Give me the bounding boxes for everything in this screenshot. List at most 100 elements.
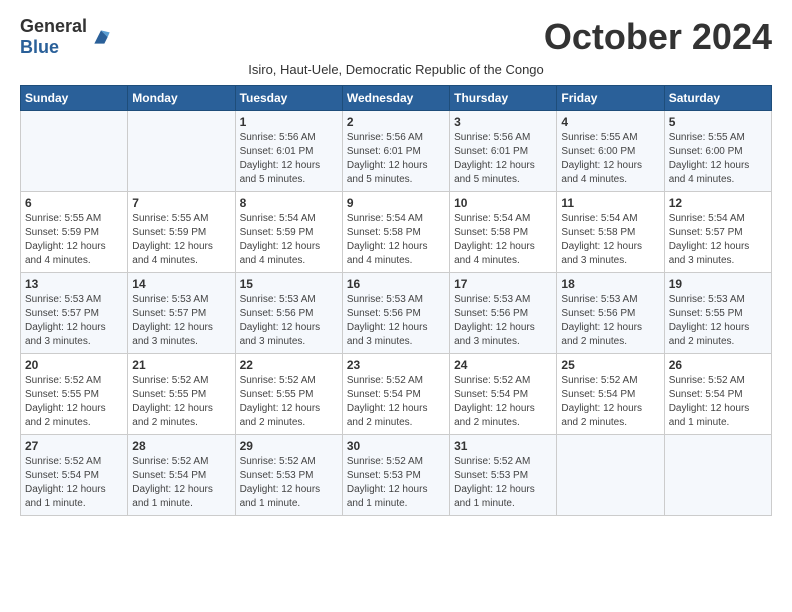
calendar-cell bbox=[557, 435, 664, 516]
calendar-cell: 9 Sunrise: 5:54 AM Sunset: 5:58 PM Daylig… bbox=[342, 192, 449, 273]
day-info: Sunrise: 5:54 AM Sunset: 5:57 PM Dayligh… bbox=[669, 212, 767, 268]
day-number: 9 bbox=[347, 196, 445, 210]
weekday-header-wednesday: Wednesday bbox=[342, 86, 449, 111]
day-info: Sunrise: 5:53 AM Sunset: 5:56 PM Dayligh… bbox=[561, 293, 659, 349]
day-number: 14 bbox=[132, 277, 230, 291]
logo: General Blue bbox=[20, 16, 111, 58]
weekday-header-saturday: Saturday bbox=[664, 86, 771, 111]
day-info: Sunrise: 5:52 AM Sunset: 5:55 PM Dayligh… bbox=[25, 374, 123, 430]
day-info: Sunrise: 5:52 AM Sunset: 5:54 PM Dayligh… bbox=[347, 374, 445, 430]
day-info: Sunrise: 5:54 AM Sunset: 5:58 PM Dayligh… bbox=[454, 212, 552, 268]
calendar-week-row: 20 Sunrise: 5:52 AM Sunset: 5:55 PM Dayli… bbox=[21, 354, 772, 435]
day-number: 27 bbox=[25, 439, 123, 453]
day-info: Sunrise: 5:52 AM Sunset: 5:53 PM Dayligh… bbox=[454, 455, 552, 511]
calendar-week-row: 1 Sunrise: 5:56 AM Sunset: 6:01 PM Daylig… bbox=[21, 111, 772, 192]
day-info: Sunrise: 5:52 AM Sunset: 5:54 PM Dayligh… bbox=[454, 374, 552, 430]
day-info: Sunrise: 5:53 AM Sunset: 5:56 PM Dayligh… bbox=[454, 293, 552, 349]
page-header: General Blue October 2024 bbox=[20, 16, 772, 58]
day-number: 11 bbox=[561, 196, 659, 210]
calendar-cell: 29 Sunrise: 5:52 AM Sunset: 5:53 PM Dayli… bbox=[235, 435, 342, 516]
day-info: Sunrise: 5:55 AM Sunset: 6:00 PM Dayligh… bbox=[669, 131, 767, 187]
logo-wordmark: General Blue bbox=[20, 16, 87, 58]
day-number: 8 bbox=[240, 196, 338, 210]
calendar-table: SundayMondayTuesdayWednesdayThursdayFrid… bbox=[20, 85, 772, 516]
calendar-cell: 3Sunrise: 5:56 AM Sunset: 6:01 PM Daylig… bbox=[450, 111, 557, 192]
month-title: October 2024 bbox=[544, 16, 772, 58]
day-info: Sunrise: 5:53 AM Sunset: 5:56 PM Dayligh… bbox=[240, 293, 338, 349]
calendar-cell bbox=[128, 111, 235, 192]
calendar-cell: 1Sunrise: 5:56 AM Sunset: 6:01 PM Daylig… bbox=[235, 111, 342, 192]
calendar-cell: 5 Sunrise: 5:55 AM Sunset: 6:00 PM Daylig… bbox=[664, 111, 771, 192]
day-number: 10 bbox=[454, 196, 552, 210]
day-info: Sunrise: 5:52 AM Sunset: 5:55 PM Dayligh… bbox=[132, 374, 230, 430]
calendar-subtitle: Isiro, Haut-Uele, Democratic Republic of… bbox=[20, 62, 772, 77]
day-number: 22 bbox=[240, 358, 338, 372]
day-info: Sunrise: 5:52 AM Sunset: 5:55 PM Dayligh… bbox=[240, 374, 338, 430]
calendar-cell: 25Sunrise: 5:52 AM Sunset: 5:54 PM Dayli… bbox=[557, 354, 664, 435]
weekday-header-sunday: Sunday bbox=[21, 86, 128, 111]
day-number: 6 bbox=[25, 196, 123, 210]
day-info: Sunrise: 5:52 AM Sunset: 5:53 PM Dayligh… bbox=[347, 455, 445, 511]
calendar-cell: 27 Sunrise: 5:52 AM Sunset: 5:54 PM Dayli… bbox=[21, 435, 128, 516]
day-info: Sunrise: 5:55 AM Sunset: 5:59 PM Dayligh… bbox=[132, 212, 230, 268]
calendar-week-row: 6 Sunrise: 5:55 AM Sunset: 5:59 PM Daylig… bbox=[21, 192, 772, 273]
calendar-cell: 21 Sunrise: 5:52 AM Sunset: 5:55 PM Dayli… bbox=[128, 354, 235, 435]
day-info: Sunrise: 5:52 AM Sunset: 5:54 PM Dayligh… bbox=[669, 374, 767, 430]
day-number: 7 bbox=[132, 196, 230, 210]
day-number: 31 bbox=[454, 439, 552, 453]
calendar-cell: 7 Sunrise: 5:55 AM Sunset: 5:59 PM Daylig… bbox=[128, 192, 235, 273]
day-number: 23 bbox=[347, 358, 445, 372]
day-number: 17 bbox=[454, 277, 552, 291]
day-info: Sunrise: 5:54 AM Sunset: 5:58 PM Dayligh… bbox=[347, 212, 445, 268]
calendar-cell: 8 Sunrise: 5:54 AM Sunset: 5:59 PM Daylig… bbox=[235, 192, 342, 273]
calendar-cell: 31 Sunrise: 5:52 AM Sunset: 5:53 PM Dayli… bbox=[450, 435, 557, 516]
calendar-cell: 15 Sunrise: 5:53 AM Sunset: 5:56 PM Dayli… bbox=[235, 273, 342, 354]
day-number: 26 bbox=[669, 358, 767, 372]
calendar-cell: 16 Sunrise: 5:53 AM Sunset: 5:56 PM Dayli… bbox=[342, 273, 449, 354]
day-number: 20 bbox=[25, 358, 123, 372]
logo-general-text: General bbox=[20, 16, 87, 36]
day-info: Sunrise: 5:52 AM Sunset: 5:53 PM Dayligh… bbox=[240, 455, 338, 511]
day-number: 28 bbox=[132, 439, 230, 453]
day-info: Sunrise: 5:54 AM Sunset: 5:58 PM Dayligh… bbox=[561, 212, 659, 268]
day-number: 16 bbox=[347, 277, 445, 291]
calendar-cell: 10 Sunrise: 5:54 AM Sunset: 5:58 PM Dayli… bbox=[450, 192, 557, 273]
day-info: Sunrise: 5:52 AM Sunset: 5:54 PM Dayligh… bbox=[132, 455, 230, 511]
day-info: Sunrise: 5:52 AM Sunset: 5:54 PM Dayligh… bbox=[25, 455, 123, 511]
calendar-cell: 28 Sunrise: 5:52 AM Sunset: 5:54 PM Dayli… bbox=[128, 435, 235, 516]
day-number: 29 bbox=[240, 439, 338, 453]
day-number: 19 bbox=[669, 277, 767, 291]
day-info: Sunrise: 5:53 AM Sunset: 5:55 PM Dayligh… bbox=[669, 293, 767, 349]
calendar-cell: 26 Sunrise: 5:52 AM Sunset: 5:54 PM Dayli… bbox=[664, 354, 771, 435]
day-info: Sunrise: 5:55 AM Sunset: 6:00 PM Dayligh… bbox=[561, 131, 659, 187]
calendar-cell: 17 Sunrise: 5:53 AM Sunset: 5:56 PM Dayli… bbox=[450, 273, 557, 354]
day-info: Sunrise: 5:56 AM Sunset: 6:01 PM Dayligh… bbox=[347, 131, 445, 187]
day-number: 18 bbox=[561, 277, 659, 291]
calendar-cell: 12Sunrise: 5:54 AM Sunset: 5:57 PM Dayli… bbox=[664, 192, 771, 273]
calendar-cell: 13Sunrise: 5:53 AM Sunset: 5:57 PM Dayli… bbox=[21, 273, 128, 354]
day-number: 5 bbox=[669, 115, 767, 129]
calendar-cell: 14Sunrise: 5:53 AM Sunset: 5:57 PM Dayli… bbox=[128, 273, 235, 354]
weekday-header-monday: Monday bbox=[128, 86, 235, 111]
day-number: 15 bbox=[240, 277, 338, 291]
day-number: 3 bbox=[454, 115, 552, 129]
calendar-week-row: 27 Sunrise: 5:52 AM Sunset: 5:54 PM Dayli… bbox=[21, 435, 772, 516]
calendar-cell: 2Sunrise: 5:56 AM Sunset: 6:01 PM Daylig… bbox=[342, 111, 449, 192]
calendar-week-row: 13Sunrise: 5:53 AM Sunset: 5:57 PM Dayli… bbox=[21, 273, 772, 354]
weekday-header-friday: Friday bbox=[557, 86, 664, 111]
calendar-cell: 22 Sunrise: 5:52 AM Sunset: 5:55 PM Dayli… bbox=[235, 354, 342, 435]
day-number: 21 bbox=[132, 358, 230, 372]
day-info: Sunrise: 5:53 AM Sunset: 5:56 PM Dayligh… bbox=[347, 293, 445, 349]
day-number: 1 bbox=[240, 115, 338, 129]
day-info: Sunrise: 5:55 AM Sunset: 5:59 PM Dayligh… bbox=[25, 212, 123, 268]
calendar-cell: 4Sunrise: 5:55 AM Sunset: 6:00 PM Daylig… bbox=[557, 111, 664, 192]
day-info: Sunrise: 5:54 AM Sunset: 5:59 PM Dayligh… bbox=[240, 212, 338, 268]
day-number: 30 bbox=[347, 439, 445, 453]
calendar-cell bbox=[664, 435, 771, 516]
logo-blue-text: Blue bbox=[20, 37, 59, 57]
day-number: 24 bbox=[454, 358, 552, 372]
day-info: Sunrise: 5:52 AM Sunset: 5:54 PM Dayligh… bbox=[561, 374, 659, 430]
weekday-header-row: SundayMondayTuesdayWednesdayThursdayFrid… bbox=[21, 86, 772, 111]
calendar-cell: 6 Sunrise: 5:55 AM Sunset: 5:59 PM Daylig… bbox=[21, 192, 128, 273]
calendar-cell: 18 Sunrise: 5:53 AM Sunset: 5:56 PM Dayli… bbox=[557, 273, 664, 354]
